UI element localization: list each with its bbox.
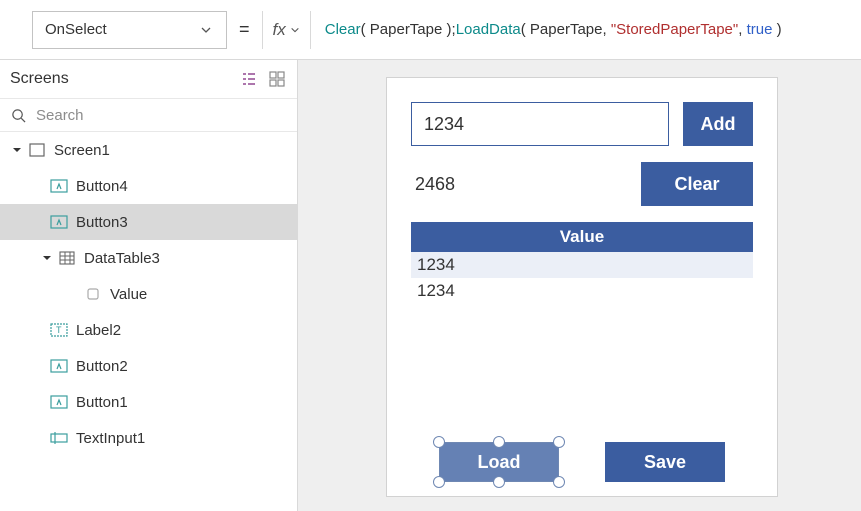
search-row bbox=[0, 98, 297, 132]
resize-handle[interactable] bbox=[493, 436, 505, 448]
selected-control[interactable]: Load bbox=[439, 442, 559, 482]
table-row[interactable]: 1234 bbox=[411, 252, 753, 278]
search-icon bbox=[10, 107, 26, 123]
tree-item-label: Button1 bbox=[76, 394, 128, 411]
formula-bar: OnSelect = fx Clear( PaperTape );LoadDat… bbox=[0, 0, 861, 60]
tree-item-label: Button3 bbox=[76, 214, 128, 231]
fx-label: fx bbox=[273, 20, 286, 40]
equals-label: = bbox=[239, 19, 250, 40]
save-button[interactable]: Save bbox=[605, 442, 725, 482]
tree-item-value[interactable]: Value bbox=[0, 276, 297, 312]
number-input[interactable] bbox=[411, 102, 669, 146]
grid-view-icon[interactable] bbox=[269, 71, 285, 87]
button-icon bbox=[50, 213, 68, 231]
chevron-down-icon bbox=[290, 25, 300, 35]
screen-icon bbox=[28, 141, 46, 159]
tree-item-textinput1[interactable]: TextInput1 bbox=[0, 420, 297, 456]
app-preview: Add 2468 Clear Value 1234 1234 Load bbox=[386, 77, 778, 497]
tree-item-label: Value bbox=[110, 286, 147, 303]
screens-panel: Screens bbox=[0, 60, 298, 511]
canvas[interactable]: Add 2468 Clear Value 1234 1234 Load bbox=[298, 60, 861, 511]
tree-view-icon[interactable] bbox=[241, 71, 257, 87]
resize-handle[interactable] bbox=[493, 476, 505, 488]
search-input[interactable] bbox=[36, 107, 287, 124]
collapse-icon[interactable] bbox=[40, 254, 54, 262]
tree-item-button2[interactable]: Button2 bbox=[0, 348, 297, 384]
tree-item-label: DataTable3 bbox=[84, 250, 160, 267]
fx-button[interactable]: fx bbox=[262, 11, 311, 49]
resize-handle[interactable] bbox=[553, 436, 565, 448]
table-header: Value bbox=[411, 222, 753, 252]
tree-item-label: TextInput1 bbox=[76, 430, 145, 447]
property-dropdown-label: OnSelect bbox=[45, 21, 107, 38]
button-icon bbox=[50, 177, 68, 195]
tree-item-label: Button4 bbox=[76, 178, 128, 195]
textinput-icon bbox=[50, 429, 68, 447]
tree-item-label: Screen1 bbox=[54, 142, 110, 159]
sum-label: 2468 bbox=[411, 174, 455, 195]
button-icon bbox=[50, 393, 68, 411]
screens-panel-title: Screens bbox=[10, 70, 69, 88]
tree: Screen1 Button4 Button3 bbox=[0, 132, 297, 511]
chevron-down-icon bbox=[198, 22, 214, 38]
tree-item-label2[interactable]: T Label2 bbox=[0, 312, 297, 348]
add-button[interactable]: Add bbox=[683, 102, 753, 146]
tree-item-screen1[interactable]: Screen1 bbox=[0, 132, 297, 168]
button-icon bbox=[50, 357, 68, 375]
column-icon bbox=[84, 285, 102, 303]
table-icon bbox=[58, 249, 76, 267]
clear-button[interactable]: Clear bbox=[641, 162, 753, 206]
collapse-icon[interactable] bbox=[10, 146, 24, 154]
data-table[interactable]: Value 1234 1234 bbox=[411, 222, 753, 304]
tree-item-button3[interactable]: Button3 bbox=[0, 204, 297, 240]
formula-input[interactable]: Clear( PaperTape );LoadData( PaperTape, … bbox=[311, 11, 861, 49]
tree-item-label: Button2 bbox=[76, 358, 128, 375]
resize-handle[interactable] bbox=[553, 476, 565, 488]
label-icon: T bbox=[50, 321, 68, 339]
resize-handle[interactable] bbox=[433, 436, 445, 448]
property-dropdown[interactable]: OnSelect bbox=[32, 11, 227, 49]
resize-handle[interactable] bbox=[433, 476, 445, 488]
svg-text:T: T bbox=[56, 325, 62, 335]
tree-item-button1[interactable]: Button1 bbox=[0, 384, 297, 420]
tree-item-label: Label2 bbox=[76, 322, 121, 339]
tree-item-datatable3[interactable]: DataTable3 bbox=[0, 240, 297, 276]
table-row[interactable]: 1234 bbox=[411, 278, 753, 304]
tree-item-button4[interactable]: Button4 bbox=[0, 168, 297, 204]
